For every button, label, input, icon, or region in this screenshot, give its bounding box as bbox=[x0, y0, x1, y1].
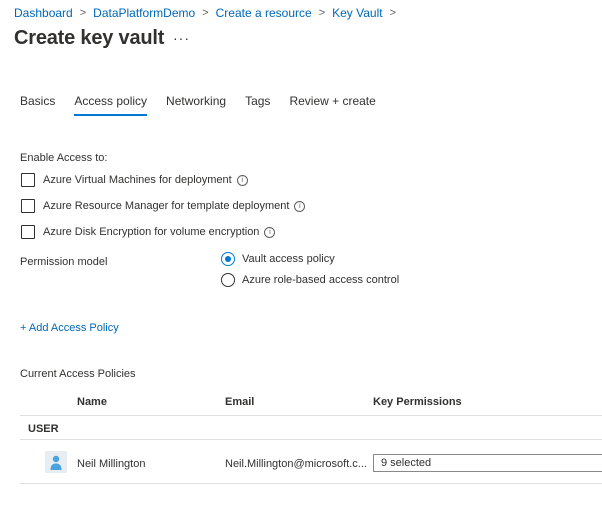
breadcrumb: Dashboard > DataPlatformDemo > Create a … bbox=[14, 6, 403, 20]
rbac-radio[interactable] bbox=[221, 273, 235, 287]
column-header-email: Email bbox=[225, 396, 255, 408]
chevron-right-icon: > bbox=[318, 7, 326, 19]
column-header-name: Name bbox=[77, 396, 107, 408]
tab-basics[interactable]: Basics bbox=[20, 94, 55, 116]
checkbox-row-resource-manager: Azure Resource Manager for template depl… bbox=[21, 199, 306, 213]
info-icon[interactable]: i bbox=[236, 174, 248, 186]
group-label-user: USER bbox=[28, 423, 59, 435]
row-email: Neil.Millington@microsoft.c... bbox=[225, 458, 367, 470]
enable-access-label: Enable Access to: bbox=[20, 152, 108, 164]
column-header-key-permissions: Key Permissions bbox=[373, 396, 462, 408]
user-avatar-icon bbox=[45, 451, 67, 473]
disk-encryption-label: Azure Disk Encryption for volume encrypt… bbox=[43, 226, 260, 238]
resource-manager-label: Azure Resource Manager for template depl… bbox=[43, 200, 290, 212]
tab-tags[interactable]: Tags bbox=[245, 94, 270, 116]
table-divider bbox=[20, 439, 602, 440]
vault-access-policy-label: Vault access policy bbox=[242, 253, 335, 265]
page-title: Create key vault bbox=[14, 27, 165, 49]
chevron-right-icon: > bbox=[389, 7, 397, 19]
breadcrumb-dataplatformdemo[interactable]: DataPlatformDemo bbox=[93, 6, 195, 20]
table-divider bbox=[20, 483, 602, 484]
virtual-machines-checkbox[interactable] bbox=[21, 173, 35, 187]
current-policies-heading: Current Access Policies bbox=[20, 368, 136, 380]
vault-access-policy-radio[interactable] bbox=[221, 252, 235, 266]
checkbox-row-virtual-machines: Azure Virtual Machines for deployment i bbox=[21, 173, 248, 187]
tab-access-policy[interactable]: Access policy bbox=[74, 94, 148, 116]
tab-review-create[interactable]: Review + create bbox=[289, 94, 375, 116]
disk-encryption-checkbox[interactable] bbox=[21, 225, 35, 239]
chevron-right-icon: > bbox=[79, 7, 87, 19]
breadcrumb-key-vault[interactable]: Key Vault bbox=[332, 6, 382, 20]
more-options-button[interactable]: ··· bbox=[173, 30, 190, 46]
table-divider bbox=[20, 415, 602, 416]
info-icon[interactable]: i bbox=[264, 226, 276, 238]
info-icon[interactable]: i bbox=[294, 200, 306, 212]
tab-networking[interactable]: Networking bbox=[166, 94, 226, 116]
tab-bar: Basics Access policy Networking Tags Rev… bbox=[20, 94, 395, 116]
virtual-machines-label: Azure Virtual Machines for deployment bbox=[43, 174, 232, 186]
resource-manager-checkbox[interactable] bbox=[21, 199, 35, 213]
radio-row-vault-access-policy: Vault access policy bbox=[221, 252, 335, 266]
key-permissions-dropdown[interactable]: 9 selected bbox=[373, 454, 602, 472]
breadcrumb-create-a-resource[interactable]: Create a resource bbox=[216, 6, 312, 20]
breadcrumb-dashboard[interactable]: Dashboard bbox=[14, 6, 73, 20]
add-access-policy-link[interactable]: + Add Access Policy bbox=[20, 322, 119, 334]
chevron-right-icon: > bbox=[202, 7, 209, 19]
rbac-label: Azure role-based access control bbox=[242, 274, 400, 286]
permission-model-label: Permission model bbox=[20, 256, 108, 268]
row-name: Neil Millington bbox=[77, 458, 146, 470]
checkbox-row-disk-encryption: Azure Disk Encryption for volume encrypt… bbox=[21, 225, 276, 239]
radio-row-rbac: Azure role-based access control bbox=[221, 273, 399, 287]
